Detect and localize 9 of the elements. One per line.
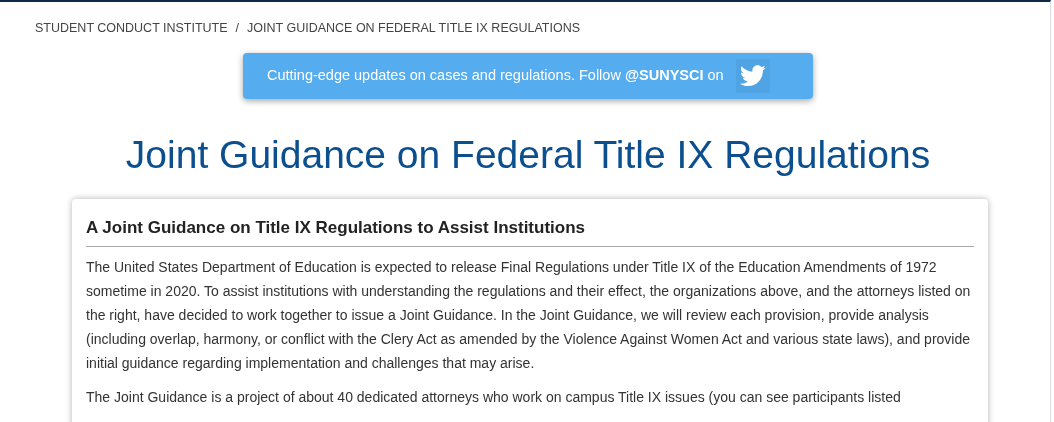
page-title: Joint Guidance on Federal Title IX Regulations [124,131,932,178]
paragraph: The United States Department of Education is expected to release Final Regulations under Title IX of the Education Amendments of 1972 sometime in 2020. To assist institutions with understanding the regulations and their effect, the organizations above, and the attorneys listed on the right, have decided to work together to issue a Joint Guidance. In the Joint Guidance, we will review each provision, provide analysis (including overlap, harmony, or conflict with the Clery Act as amended by the Violence Against Women Act and various state laws), and provide initial guidance regarding implementation and challenges that may arise. [86,258,972,374]
breadcrumb-separator: / [235,20,240,37]
breadcrumb-link[interactable]: STUDENT CONDUCT INSTITUTE [35,19,228,38]
paragraph: The Joint Guidance is a project of about 40 dedicated attorneys who work on campus Title IX issues (you can see participants listed [86,388,902,408]
banner-text: Cutting-edge updates on cases and regulations. Follow @SUNYSCI on [267,65,724,85]
bird-icon [739,64,766,87]
breadcrumb-link[interactable]: JOINT GUIDANCE ON FEDERAL TITLE IX REGULATIONS [247,19,581,38]
card-heading: A Joint Guidance on Title IX Regulations to Assist Institutions [86,214,974,248]
